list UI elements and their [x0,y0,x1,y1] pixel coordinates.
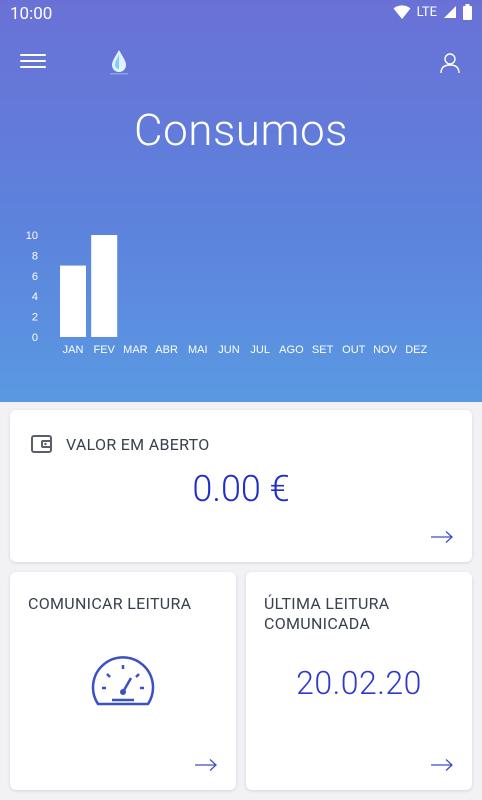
consumption-chart: 0 2 4 6 8 10 JAN FEV MAR ABR MAI JUN JUL AGO SET OUT NOV… [26,230,428,356]
wifi-icon [393,5,411,19]
x-tick-label: MAI [188,344,208,356]
x-tick-label: OUT [342,344,366,356]
user-profile-icon[interactable] [438,51,462,75]
x-tick-label: DEZ [405,344,427,356]
y-tick-label: 8 [32,250,38,262]
arrow-right-icon[interactable] [194,758,218,772]
submit-reading-label: COMUNICAR LEITURA [28,594,192,613]
y-tick-label: 0 [32,332,38,344]
y-tick-label: 4 [32,291,38,303]
page-title: Consumos [134,104,348,156]
x-tick-label: JAN [63,344,84,356]
x-tick-label: AGO [279,344,304,356]
y-tick-label: 6 [32,271,38,283]
battery-icon [463,4,472,20]
submit-reading-card[interactable]: COMUNICAR LEITURA [10,572,236,790]
last-reading-card: ÚLTIMA LEITURA COMUNICADA 20.02.20 [246,572,472,790]
wallet-icon [31,435,52,453]
status-icons: LTE [393,4,472,20]
header-hero: 10:00 LTE Consumos 0 2 4 6 8 10 JAN FEV MAR ABR MA… [0,0,482,402]
x-tick-label: JUL [250,344,270,356]
speedometer-icon [91,656,155,706]
x-tick-label: MAR [123,344,148,356]
last-reading-date: 20.02.20 [296,664,422,702]
x-tick-label: SET [312,344,334,356]
open-value-card: VALOR EM ABERTO 0.00 € [10,410,472,562]
arrow-right-icon[interactable] [430,530,454,544]
open-value-amount: 0.00 € [192,468,290,510]
open-value-label: VALOR EM ABERTO [66,435,210,454]
status-time: 10:00 [10,4,53,24]
status-bar: 10:00 LTE [0,0,482,28]
x-tick-label: ABR [155,344,178,356]
signal-icon [444,6,456,18]
x-tick-label: FEV [93,344,115,356]
network-type: LTE [416,4,437,20]
arrow-right-icon[interactable] [430,758,454,772]
water-drop-logo [110,50,128,75]
last-reading-label: ÚLTIMA LEITURA COMUNICADA [264,594,390,633]
y-tick-label: 2 [32,312,38,324]
hamburger-menu-icon[interactable] [20,50,46,72]
bar-jan [60,265,86,337]
y-tick-label: 10 [26,230,38,242]
x-tick-label: JUN [218,344,239,356]
x-tick-label: NOV [373,344,398,356]
bar-fev [91,235,118,337]
